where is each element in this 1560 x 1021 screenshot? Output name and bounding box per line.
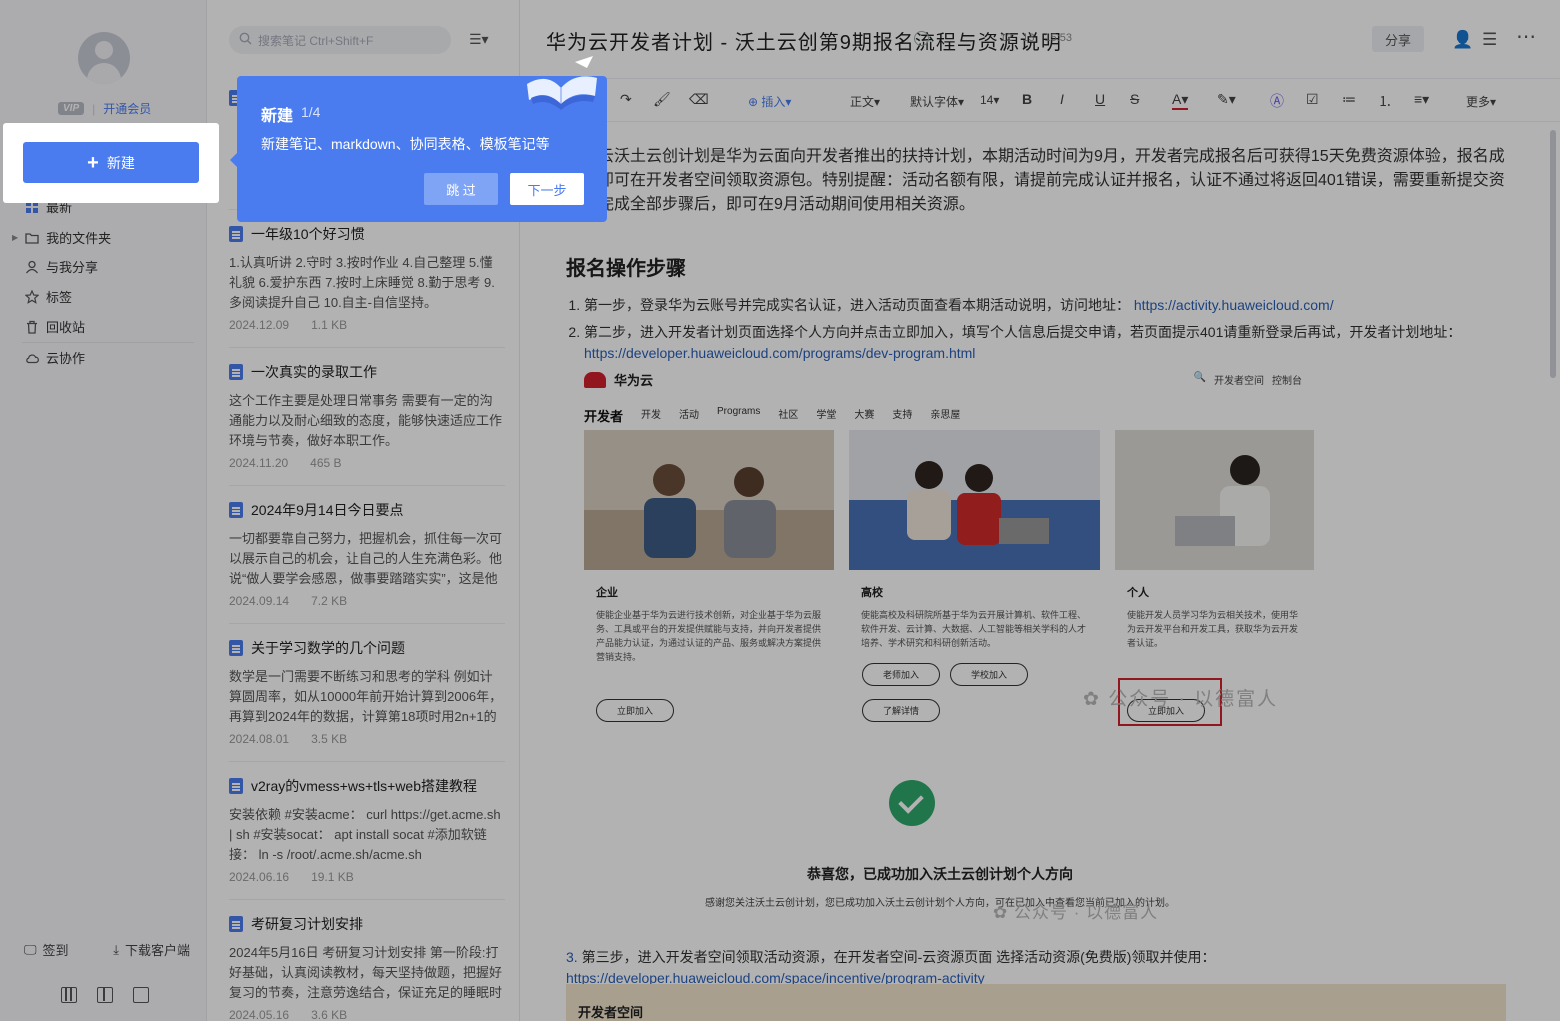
skip-button[interactable]: 跳 过 [424, 173, 498, 205]
plus-icon: + [87, 151, 99, 174]
new-button[interactable]: + 新建 [23, 142, 199, 183]
tooltip-step: 1/4 [301, 104, 321, 120]
next-step-button[interactable]: 下一步 [510, 173, 584, 205]
open-book-icon [527, 56, 597, 110]
new-button-label: 新建 [106, 154, 135, 171]
tooltip-description: 新建笔记、markdown、协同表格、模板笔记等 [261, 136, 550, 152]
tooltip-title: 新建 [261, 108, 294, 125]
onboarding-tooltip: 新建 1/4 新建笔记、markdown、协同表格、模板笔记等 跳 过 下一步 [230, 56, 607, 222]
